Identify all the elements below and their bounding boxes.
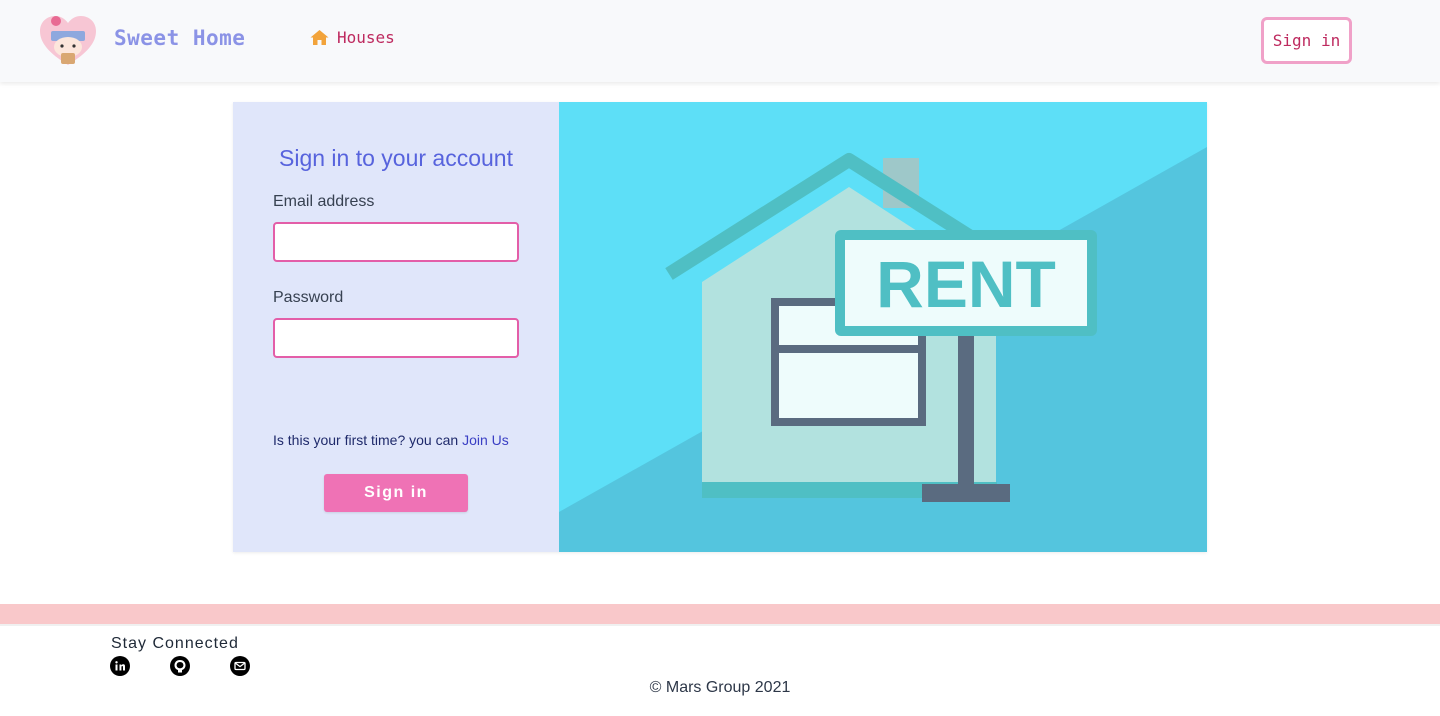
mail-icon[interactable] (230, 656, 250, 676)
header-signin-button[interactable]: Sign in (1261, 17, 1352, 64)
nav-houses-label: Houses (337, 28, 395, 47)
first-time-text: Is this your first time? you can Join Us (273, 432, 509, 448)
login-form-panel: Sign in to your account Email address Pa… (233, 102, 559, 552)
login-title: Sign in to your account (279, 145, 513, 171)
password-input[interactable] (273, 318, 519, 358)
stay-connected-label: Stay Connected (111, 635, 239, 652)
home-icon (310, 29, 329, 46)
github-icon[interactable] (170, 656, 190, 676)
rent-house-illustration: RENT (559, 102, 1207, 552)
login-card: Sign in to your account Email address Pa… (233, 102, 1207, 552)
email-input[interactable] (273, 222, 519, 262)
top-navbar: Sweet Home Houses Sign in (0, 0, 1440, 82)
nav-houses-link[interactable]: Houses (310, 28, 395, 47)
logo-icon[interactable] (39, 15, 97, 67)
copyright-text: © Mars Group 2021 (649, 679, 791, 696)
join-us-link[interactable]: Join Us (462, 432, 509, 448)
footer-band (0, 604, 1440, 624)
email-label: Email address (273, 193, 375, 210)
first-time-label: Is this your first time? you can (273, 432, 463, 448)
linkedin-icon[interactable] (110, 656, 130, 676)
password-label: Password (273, 289, 344, 306)
rent-sign-text: RENT (876, 247, 1056, 321)
footer-divider (0, 624, 1440, 626)
signin-submit-button[interactable]: Sign in (324, 474, 468, 512)
brand-name[interactable]: Sweet Home (114, 26, 245, 50)
